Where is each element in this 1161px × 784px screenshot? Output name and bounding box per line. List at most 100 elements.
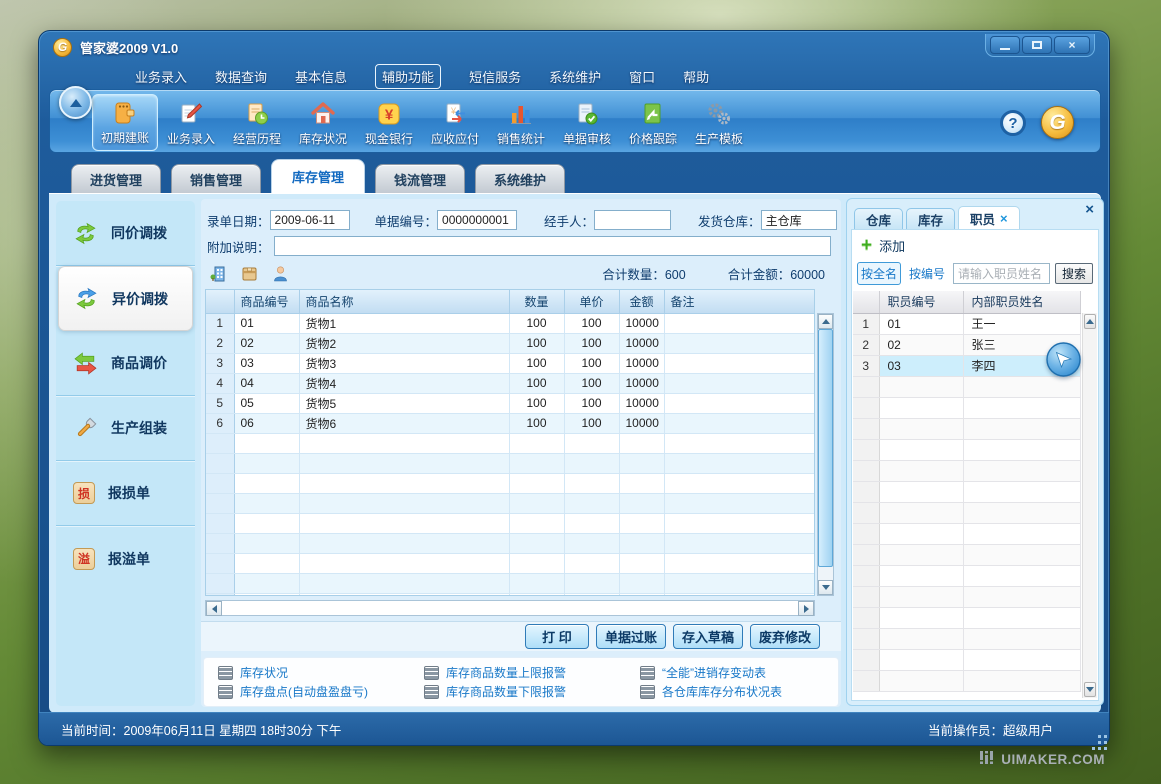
table-row-empty[interactable] [853,586,1081,607]
table-cell[interactable]: 100 [564,353,619,373]
table-cell[interactable] [963,670,1081,691]
add-staff-button[interactable]: + 添加 [861,236,905,255]
table-cell[interactable] [879,565,963,586]
table-cell[interactable] [564,433,619,453]
toolbar-item-production-template[interactable]: 生产模板 [686,94,752,151]
table-cell[interactable] [664,393,814,413]
header-item-code[interactable]: 商品编号 [234,290,299,313]
table-row-empty[interactable] [853,649,1081,670]
table-cell[interactable] [963,481,1081,502]
table-cell[interactable] [509,573,564,593]
tab-cashflow-management[interactable]: 钱流管理 [375,164,465,193]
table-cell[interactable] [564,573,619,593]
table-cell[interactable] [564,453,619,473]
table-cell[interactable] [879,607,963,628]
resize-grip[interactable] [1098,735,1101,738]
lookup-tab-inventory[interactable]: 库存 [906,208,955,230]
table-cell[interactable] [299,433,509,453]
table-cell[interactable] [299,513,509,533]
menu-item-business-entry[interactable]: 业务录入 [135,67,187,86]
table-row-empty[interactable] [206,533,814,553]
table-cell[interactable] [963,649,1081,670]
table-cell[interactable] [234,593,299,596]
table-cell[interactable] [664,593,814,596]
table-cell[interactable]: 03 [234,353,299,373]
table-cell[interactable] [963,418,1081,439]
table-row-empty[interactable] [853,670,1081,691]
table-cell[interactable] [879,523,963,544]
table-cell[interactable] [234,453,299,473]
table-cell[interactable] [963,376,1081,397]
table-row[interactable]: 303货物310010010000 [206,353,814,373]
menu-item-aux-functions[interactable]: 辅助功能 [375,64,441,89]
table-cell[interactable]: 100 [509,413,564,433]
scrollbar-thumb[interactable] [818,329,833,567]
toolbar-item-price-tracking[interactable]: 价格跟踪 [620,94,686,151]
help-button[interactable]: ? [1000,110,1026,136]
scroll-right-button[interactable] [798,601,814,616]
table-cell[interactable] [879,502,963,523]
maximize-button[interactable] [1022,36,1052,54]
table-row[interactable]: 101王一 [853,313,1081,334]
table-cell[interactable] [299,573,509,593]
tab-system-maintenance[interactable]: 系统维护 [475,164,565,193]
collapse-toolbar-button[interactable] [59,86,92,119]
table-cell[interactable] [619,553,664,573]
table-cell[interactable] [509,473,564,493]
menu-item-system-maintenance[interactable]: 系统维护 [549,67,601,86]
table-cell[interactable] [234,473,299,493]
table-cell[interactable]: 货物2 [299,333,509,353]
table-cell[interactable] [564,593,619,596]
table-cell[interactable] [509,453,564,473]
table-cell[interactable]: 100 [509,393,564,413]
goods-box-icon[interactable] [240,264,259,283]
table-cell[interactable] [509,433,564,453]
scroll-up-button[interactable] [818,314,833,329]
table-cell[interactable] [879,418,963,439]
table-cell[interactable] [299,553,509,573]
table-cell[interactable]: 04 [234,373,299,393]
sidebar-item-production-assembly[interactable]: 生产组装 [56,396,195,461]
minimize-button[interactable] [990,36,1020,54]
table-cell[interactable] [664,433,814,453]
toolbar-item-sales-stats[interactable]: 销售统计 [488,94,554,151]
table-cell[interactable] [619,533,664,553]
table-cell[interactable] [234,573,299,593]
table-cell[interactable] [879,481,963,502]
table-cell[interactable]: 02 [879,334,963,355]
toolbar-item-cash-bank[interactable]: ¥ 现金银行 [356,94,422,151]
table-cell[interactable] [299,453,509,473]
staff-search-input[interactable] [953,263,1050,284]
table-row-empty[interactable] [853,502,1081,523]
table-cell[interactable] [509,553,564,573]
sidebar-item-same-price-transfer[interactable]: 同价调拨 [56,201,195,266]
menu-item-help[interactable]: 帮助 [683,67,709,86]
table-cell[interactable]: 10000 [619,373,664,393]
header-remark[interactable]: 备注 [664,290,814,313]
table-cell[interactable] [963,460,1081,481]
table-row-empty[interactable] [206,453,814,473]
table-cell[interactable] [963,544,1081,565]
panel-close-button[interactable]: × [1085,202,1094,217]
table-cell[interactable] [234,553,299,573]
menu-item-window[interactable]: 窗口 [629,67,655,86]
person-icon[interactable] [271,264,290,283]
close-button[interactable]: × [1054,36,1090,54]
table-cell[interactable] [664,453,814,473]
table-cell[interactable]: 王一 [963,313,1081,334]
search-button[interactable]: 搜索 [1055,263,1093,284]
link-lower-limit-alert[interactable]: 库存商品数量下限报警 [424,683,640,700]
menu-item-basic-info[interactable]: 基本信息 [295,67,347,86]
table-cell[interactable] [879,460,963,481]
table-row-empty[interactable] [853,523,1081,544]
link-stocktaking[interactable]: 库存盘点(自动盘盈盘亏) [218,683,424,700]
warehouse-input[interactable] [761,210,837,230]
table-cell[interactable] [879,649,963,670]
table-cell[interactable] [963,628,1081,649]
table-cell[interactable] [664,573,814,593]
table-cell[interactable] [299,473,509,493]
table-cell[interactable] [234,433,299,453]
doc-number-input[interactable] [437,210,517,230]
record-date-input[interactable] [270,210,350,230]
table-row-empty[interactable] [853,565,1081,586]
